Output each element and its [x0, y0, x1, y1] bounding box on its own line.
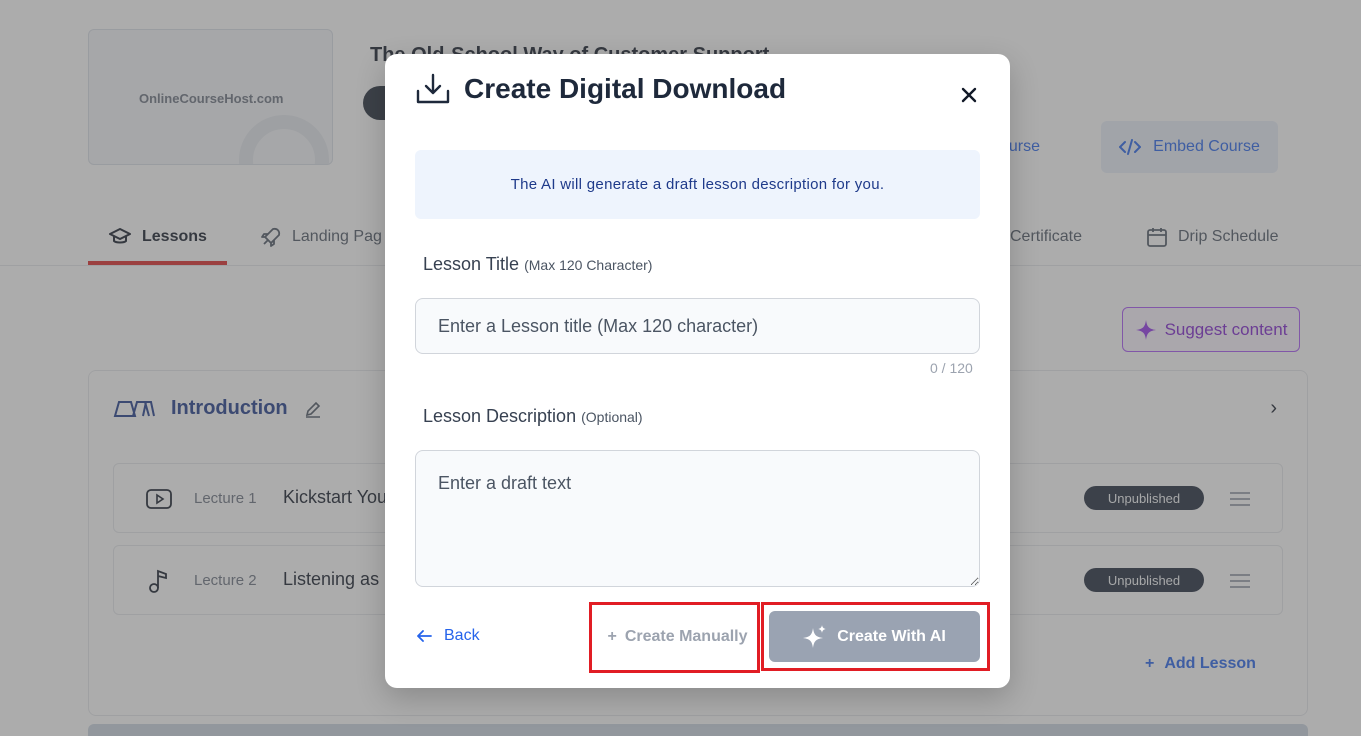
back-label: Back	[444, 627, 480, 644]
character-counter: 0 / 120	[930, 360, 973, 376]
ai-info-banner: The AI will generate a draft lesson desc…	[415, 150, 980, 219]
ai-info-text: The AI will generate a draft lesson desc…	[510, 176, 885, 193]
highlight-create-with-ai	[761, 602, 990, 671]
close-icon	[961, 87, 977, 103]
lesson-description-label-text: Lesson Description	[423, 406, 577, 426]
create-digital-download-dialog: Create Digital Download The AI will gene…	[385, 54, 1010, 688]
lesson-title-hint: (Max 120 Character)	[524, 257, 653, 273]
lesson-description-hint: (Optional)	[581, 409, 643, 425]
close-button[interactable]	[955, 81, 983, 109]
lesson-title-label: Lesson Title (Max 120 Character)	[423, 254, 652, 275]
arrow-left-icon	[417, 630, 432, 642]
dialog-header: Create Digital Download	[416, 73, 786, 105]
highlight-create-manually	[589, 602, 760, 673]
lesson-title-label-text: Lesson Title	[423, 254, 520, 274]
back-button[interactable]: Back	[416, 627, 480, 645]
download-icon	[416, 73, 450, 104]
lesson-description-textarea[interactable]	[415, 450, 980, 587]
dialog-title: Create Digital Download	[464, 73, 787, 104]
lesson-title-input[interactable]	[415, 298, 980, 354]
lesson-description-label: Lesson Description (Optional)	[423, 406, 643, 427]
